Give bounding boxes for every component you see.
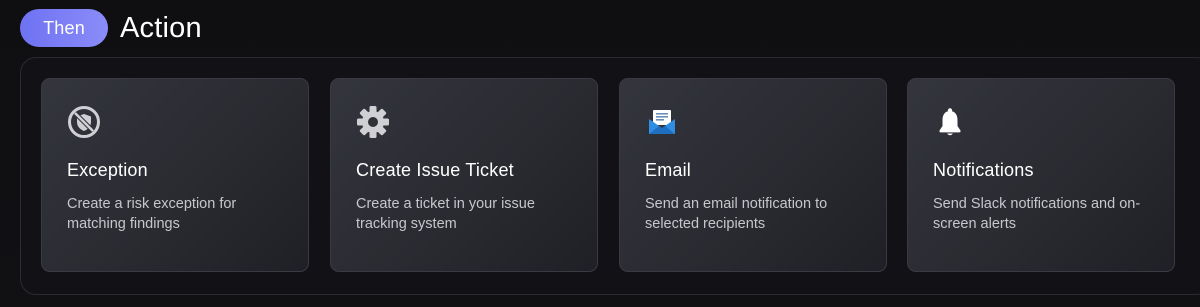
card-description: Send Slack notifications and on-screen a… bbox=[933, 196, 1141, 232]
card-title: Create Issue Ticket bbox=[356, 160, 514, 180]
action-panel: Exception Create a risk exception for ma… bbox=[20, 57, 1200, 295]
gear-icon bbox=[356, 105, 390, 139]
then-badge: Then bbox=[20, 9, 108, 47]
card-description: Create a risk exception for matching fin… bbox=[67, 196, 237, 232]
card-description: Send an email notification to selected r… bbox=[645, 196, 828, 232]
section-header: Then Action bbox=[20, 8, 202, 48]
action-card-email[interactable]: Email Send an email notification to sele… bbox=[619, 78, 887, 272]
shield-off-icon bbox=[67, 105, 101, 139]
card-title: Exception bbox=[67, 160, 148, 180]
action-card-create-issue-ticket[interactable]: Create Issue Ticket Create a ticket in y… bbox=[330, 78, 598, 272]
section-title: Action bbox=[120, 11, 202, 44]
action-card-exception[interactable]: Exception Create a risk exception for ma… bbox=[41, 78, 309, 272]
card-title: Email bbox=[645, 160, 692, 180]
action-section: Then Action Exception Create a risk exce… bbox=[0, 0, 1200, 307]
email-icon bbox=[645, 105, 679, 139]
card-description: Create a ticket in your issue tracking s… bbox=[356, 196, 535, 232]
bell-icon bbox=[933, 105, 967, 139]
card-title: Notifications bbox=[933, 160, 1034, 180]
action-card-notifications[interactable]: Notifications Send Slack notifications a… bbox=[907, 78, 1175, 272]
